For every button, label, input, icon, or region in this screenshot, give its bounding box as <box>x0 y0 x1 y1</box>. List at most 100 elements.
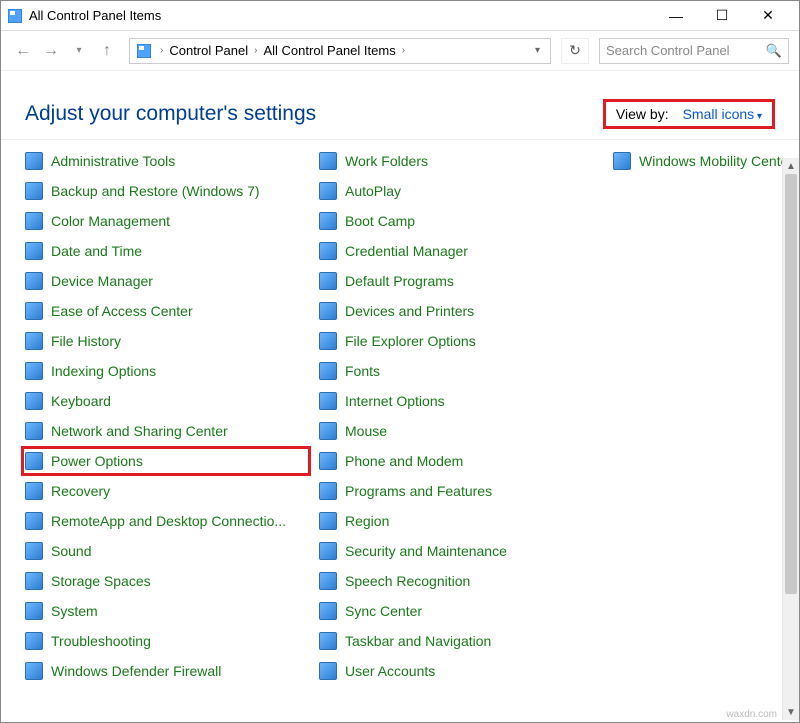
control-panel-item[interactable]: Date and Time <box>21 236 311 266</box>
control-panel-item[interactable]: Windows Mobility Center <box>609 146 799 176</box>
control-panel-item[interactable]: Internet Options <box>315 386 605 416</box>
forward-button[interactable]: → <box>39 39 63 63</box>
item-label: RemoteApp and Desktop Connectio... <box>51 513 286 529</box>
item-icon <box>25 512 43 530</box>
control-panel-item[interactable]: AutoPlay <box>315 176 605 206</box>
vertical-scrollbar[interactable]: ▲ ▼ <box>782 158 799 720</box>
item-icon <box>319 422 337 440</box>
control-panel-item[interactable]: Storage Spaces <box>21 566 311 596</box>
control-panel-item[interactable]: Recovery <box>21 476 311 506</box>
item-label: Keyboard <box>51 393 111 409</box>
control-panel-item[interactable]: Taskbar and Navigation <box>315 626 605 656</box>
item-icon <box>25 212 43 230</box>
recent-locations-button[interactable]: ▾ <box>67 39 91 63</box>
item-icon <box>319 512 337 530</box>
control-panel-item[interactable]: Ease of Access Center <box>21 296 311 326</box>
control-panel-item[interactable]: Power Options <box>21 446 311 476</box>
item-label: Taskbar and Navigation <box>345 633 491 649</box>
control-panel-item[interactable]: System <box>21 596 311 626</box>
control-panel-item[interactable]: Backup and Restore (Windows 7) <box>21 176 311 206</box>
control-panel-item[interactable]: RemoteApp and Desktop Connectio... <box>21 506 311 536</box>
chevron-right-icon[interactable]: › <box>158 45 165 56</box>
refresh-button[interactable]: ↻ <box>561 38 589 64</box>
control-panel-item[interactable]: Network and Sharing Center <box>21 416 311 446</box>
control-panel-item[interactable]: Programs and Features <box>315 476 605 506</box>
item-label: AutoPlay <box>345 183 401 199</box>
control-panel-item[interactable]: Work Folders <box>315 146 605 176</box>
scroll-down-icon[interactable]: ▼ <box>783 704 799 720</box>
item-label: Phone and Modem <box>345 453 463 469</box>
control-panel-item[interactable]: Phone and Modem <box>315 446 605 476</box>
close-button[interactable]: ✕ <box>745 1 791 31</box>
search-icon[interactable]: 🔍 <box>766 43 782 59</box>
breadcrumb[interactable]: › Control Panel › All Control Panel Item… <box>129 38 551 64</box>
control-panel-item[interactable]: File History <box>21 326 311 356</box>
scroll-up-icon[interactable]: ▲ <box>783 158 799 174</box>
control-panel-item[interactable]: Windows Defender Firewall <box>21 656 311 686</box>
chevron-right-icon[interactable]: › <box>252 45 259 56</box>
control-panel-item[interactable]: Keyboard <box>21 386 311 416</box>
scrollbar-thumb[interactable] <box>785 174 797 594</box>
control-panel-item[interactable]: Region <box>315 506 605 536</box>
item-label: System <box>51 603 98 619</box>
item-label: Network and Sharing Center <box>51 423 228 439</box>
item-icon <box>319 632 337 650</box>
control-panel-item[interactable]: Fonts <box>315 356 605 386</box>
breadcrumb-segment[interactable]: Control Panel <box>169 43 248 58</box>
control-panel-item[interactable]: Sync Center <box>315 596 605 626</box>
control-panel-item[interactable]: User Accounts <box>315 656 605 686</box>
up-button[interactable]: ↑ <box>95 39 119 63</box>
control-panel-item[interactable]: Boot Camp <box>315 206 605 236</box>
item-label: Windows Mobility Center <box>639 153 793 169</box>
control-panel-item[interactable]: Device Manager <box>21 266 311 296</box>
item-icon <box>319 302 337 320</box>
item-label: Storage Spaces <box>51 573 151 589</box>
control-panel-item[interactable]: Default Programs <box>315 266 605 296</box>
item-label: Programs and Features <box>345 483 492 499</box>
control-panel-item[interactable]: Speech Recognition <box>315 566 605 596</box>
item-label: Ease of Access Center <box>51 303 193 319</box>
breadcrumb-dropdown-icon[interactable]: ▾ <box>531 45 544 56</box>
navbar: ← → ▾ ↑ › Control Panel › All Control Pa… <box>1 31 799 71</box>
item-icon <box>25 272 43 290</box>
item-label: Windows Defender Firewall <box>51 663 221 679</box>
item-label: Recovery <box>51 483 110 499</box>
control-panel-item[interactable]: Mouse <box>315 416 605 446</box>
item-icon <box>319 272 337 290</box>
item-label: Region <box>345 513 389 529</box>
item-label: Sound <box>51 543 91 559</box>
control-panel-item[interactable]: Devices and Printers <box>315 296 605 326</box>
control-panel-item[interactable]: Sound <box>21 536 311 566</box>
control-panel-item[interactable]: File Explorer Options <box>315 326 605 356</box>
control-panel-item[interactable]: Administrative Tools <box>21 146 311 176</box>
minimize-button[interactable]: — <box>653 1 699 31</box>
view-by-dropdown[interactable]: Small icons <box>683 106 762 122</box>
item-label: Backup and Restore (Windows 7) <box>51 183 260 199</box>
item-icon <box>319 542 337 560</box>
search-input[interactable]: Search Control Panel 🔍 <box>599 38 789 64</box>
item-icon <box>319 242 337 260</box>
search-placeholder: Search Control Panel <box>606 43 730 58</box>
item-icon <box>25 242 43 260</box>
items-list: Administrative Tools Backup and Restore (… <box>21 146 789 699</box>
items-area: Administrative Tools Backup and Restore (… <box>1 139 799 699</box>
control-panel-item[interactable]: Security and Maintenance <box>315 536 605 566</box>
window-title: All Control Panel Items <box>29 8 653 23</box>
control-panel-item[interactable]: Indexing Options <box>21 356 311 386</box>
item-label: Troubleshooting <box>51 633 151 649</box>
item-icon <box>319 152 337 170</box>
item-icon <box>25 452 43 470</box>
item-icon <box>319 332 337 350</box>
chevron-right-icon[interactable]: › <box>400 45 407 56</box>
control-panel-item[interactable]: Color Management <box>21 206 311 236</box>
control-panel-icon <box>136 43 152 59</box>
item-icon <box>25 392 43 410</box>
item-label: Security and Maintenance <box>345 543 507 559</box>
control-panel-item[interactable]: Credential Manager <box>315 236 605 266</box>
maximize-button[interactable]: ☐ <box>699 1 745 31</box>
control-panel-item[interactable]: Troubleshooting <box>21 626 311 656</box>
page-title: Adjust your computer's settings <box>25 102 603 126</box>
breadcrumb-segment[interactable]: All Control Panel Items <box>263 43 395 58</box>
back-button[interactable]: ← <box>11 39 35 63</box>
item-label: File History <box>51 333 121 349</box>
